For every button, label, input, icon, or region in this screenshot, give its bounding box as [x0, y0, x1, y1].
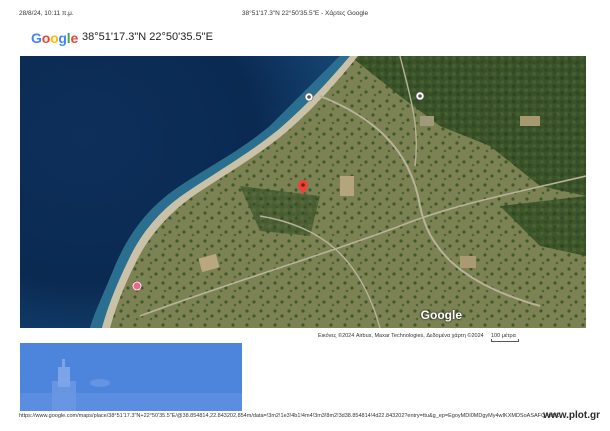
google-logo: Google: [31, 30, 78, 46]
print-title: 38°51'17.3"N 22°50'35.5"E - Χάρτες Googl…: [241, 10, 369, 17]
hotel-marker-icon[interactable]: [132, 281, 142, 291]
scale-bar: [491, 339, 519, 342]
plot-gr-watermark: www.plot.gr: [543, 410, 600, 421]
logo-letter-g: G: [31, 30, 42, 46]
street-view-thumbnail[interactable]: [20, 343, 242, 411]
street-view-image: [20, 343, 242, 411]
place-marker-icon[interactable]: [304, 92, 314, 102]
logo-letter-g2: g: [58, 30, 67, 46]
logo-letter-o1: o: [41, 30, 51, 46]
logo-letter-e: e: [70, 30, 79, 46]
map-attribution: Εικόνες ©2024 Airbus, Maxar Technologies…: [318, 333, 484, 339]
page-url: https://www.google.com/maps/place/38°51'…: [19, 413, 559, 419]
map-google-watermark: Google: [420, 308, 462, 322]
location-pin-icon[interactable]: [298, 180, 308, 194]
coordinates-heading: 38°51'17.3"N 22°50'35.5"E: [82, 31, 213, 43]
satellite-map[interactable]: [20, 56, 586, 328]
place-marker-icon[interactable]: [415, 91, 425, 101]
